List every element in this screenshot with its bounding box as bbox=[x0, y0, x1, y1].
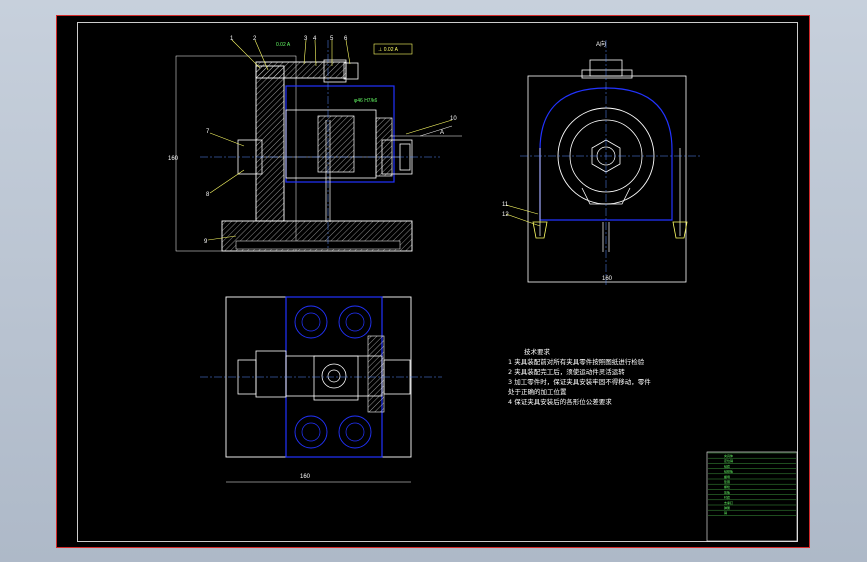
notes-line-1: 1 夹具装配前对所有夹具零件按照图纸进行检验 bbox=[508, 357, 645, 366]
dim-width-top: 160 bbox=[300, 474, 311, 480]
view-a-label: A向 bbox=[596, 40, 606, 48]
title-block-cell: 钻模板 bbox=[724, 469, 733, 474]
title-block-cell: 垫圈 bbox=[724, 479, 730, 484]
notes-line-3: 3 加工零件时，保证夹具安装牢固不得移动，零件 bbox=[508, 377, 651, 386]
dim-width-side: 160 bbox=[602, 276, 613, 282]
title-block-cell: 支承钉 bbox=[724, 500, 733, 505]
title-block-cell: 螺母 bbox=[724, 474, 730, 479]
balloon-11: 11 bbox=[502, 202, 509, 208]
dim-height-front: 160 bbox=[168, 156, 179, 162]
title-block-cell: 衬套 bbox=[724, 495, 730, 500]
title-block-cell: 销 bbox=[724, 510, 727, 515]
fit-text: φ46 H7/k6 bbox=[354, 98, 377, 104]
notes-line-4: 处于正确的加工位置 bbox=[508, 387, 567, 396]
title-block-cell: 夹具体 bbox=[724, 453, 733, 458]
tolerance-text: 0.02 A bbox=[276, 42, 291, 48]
drawing-sheet bbox=[56, 15, 810, 548]
title-block-cell: 弹簧 bbox=[724, 505, 730, 510]
notes-line-2: 2 夹具装配完工后，须使运动件灵活运转 bbox=[508, 367, 625, 376]
notes-line-5: 4 保证夹具安装后的各形位公差要求 bbox=[508, 397, 612, 406]
balloon-12: 12 bbox=[502, 212, 509, 218]
notes-title: 技术要求 bbox=[524, 347, 551, 356]
title-block-cell: 定位销 bbox=[724, 458, 733, 463]
title-block-cell: 钻套 bbox=[724, 463, 730, 468]
title-block-cell: 螺栓 bbox=[724, 484, 730, 489]
balloon-10: 10 bbox=[450, 116, 457, 122]
drawing-canvas[interactable]: 160 160 160 A向 A ⊥ 0.02 A 0.02 A φ46 H7/… bbox=[0, 0, 867, 562]
arrow-a-label: A bbox=[440, 130, 444, 136]
datum-symbol: ⊥ 0.02 A bbox=[378, 47, 399, 53]
title-block-cell: 压板 bbox=[724, 489, 730, 494]
cad-viewport[interactable]: 160 160 160 A向 A ⊥ 0.02 A 0.02 A φ46 H7/… bbox=[0, 0, 867, 562]
